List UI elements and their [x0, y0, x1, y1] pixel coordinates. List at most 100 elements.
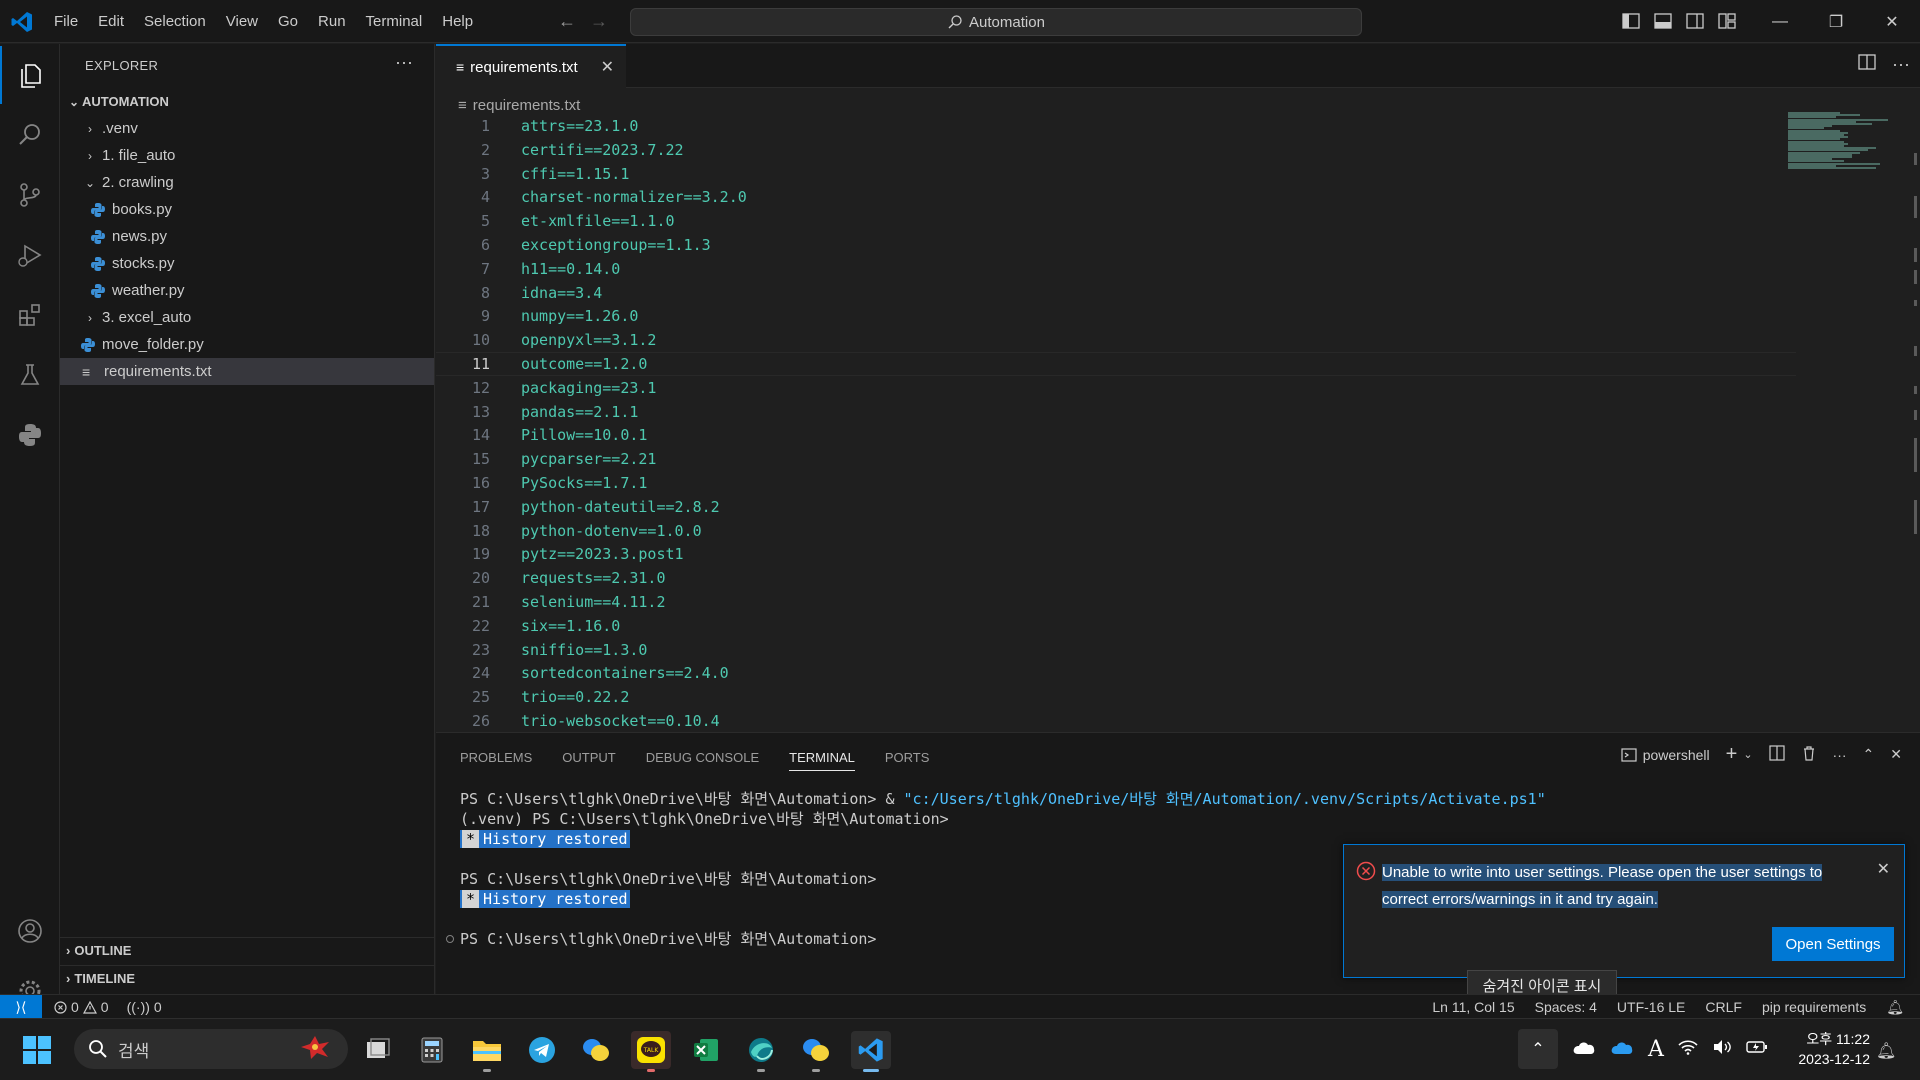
language-mode[interactable]: pip requirements	[1762, 999, 1866, 1015]
show-hidden-icons-chevron-icon[interactable]: ⌃	[1518, 1029, 1558, 1069]
toggle-panel-icon[interactable]	[1652, 10, 1674, 32]
tree-folder-venv[interactable]: › .venv	[60, 115, 434, 142]
code-line[interactable]: 9 numpy==1.26.0	[436, 304, 1796, 328]
tab-output[interactable]: OUTPUT	[562, 745, 615, 771]
wifi-icon[interactable]	[1678, 1039, 1698, 1060]
code-line[interactable]: 25 trio==0.22.2	[436, 685, 1796, 709]
chat-icon[interactable]	[576, 1031, 616, 1069]
code-line[interactable]: 8 idna==3.4	[436, 281, 1796, 305]
cursor-position[interactable]: Ln 11, Col 15	[1432, 999, 1514, 1015]
menu-file[interactable]: File	[44, 0, 88, 43]
file-explorer-icon[interactable]	[467, 1031, 507, 1072]
split-editor-icon[interactable]	[1858, 54, 1876, 75]
menu-view[interactable]: View	[216, 0, 268, 43]
windows-start-icon[interactable]	[22, 1035, 52, 1065]
tree-folder-excel-auto[interactable]: › 3. excel_auto	[60, 304, 434, 331]
end-of-line[interactable]: CRLF	[1705, 999, 1742, 1015]
close-tab-icon[interactable]: ✕	[601, 57, 614, 77]
more-actions-icon[interactable]: ···	[1892, 54, 1910, 75]
outline-section[interactable]: › OUTLINE	[60, 937, 434, 963]
problems-indicator[interactable]: 0 0	[54, 999, 109, 1015]
close-notification-icon[interactable]: ✕	[1877, 859, 1890, 879]
split-terminal-icon[interactable]	[1768, 745, 1785, 764]
code-line[interactable]: 10 openpyxl==3.1.2	[436, 328, 1796, 352]
tab-terminal[interactable]: TERMINAL	[789, 745, 855, 771]
terminal-selector[interactable]: powershell	[1621, 747, 1710, 763]
menu-selection[interactable]: Selection	[134, 0, 216, 43]
tree-file-stocks[interactable]: stocks.py	[60, 250, 434, 277]
code-line[interactable]: 11 outcome==1.2.0	[436, 352, 1796, 376]
code-line[interactable]: 18 python-dotenv==1.0.0	[436, 519, 1796, 543]
code-line[interactable]: 13 pandas==2.1.1	[436, 400, 1796, 424]
editor-scrollbar[interactable]	[1906, 88, 1920, 728]
more-actions-icon[interactable]: ···	[395, 52, 413, 73]
tree-file-books[interactable]: books.py	[60, 196, 434, 223]
minimize-button[interactable]: —	[1752, 0, 1808, 43]
tree-folder-crawling[interactable]: ⌄ 2. crawling	[60, 169, 434, 196]
battery-icon[interactable]	[1746, 1040, 1768, 1059]
code-line[interactable]: 17 python-dateutil==2.8.2	[436, 495, 1796, 519]
chevron-down-icon[interactable]: ⌄	[1743, 748, 1752, 761]
kakaotalk-icon[interactable]: TALK	[631, 1031, 671, 1072]
code-line[interactable]: 3 cffi==1.15.1	[436, 162, 1796, 186]
menu-go[interactable]: Go	[268, 0, 308, 43]
chat-alt-icon[interactable]	[796, 1031, 836, 1072]
excel-icon[interactable]	[686, 1031, 726, 1069]
code-line[interactable]: 5 et-xmlfile==1.1.0	[436, 209, 1796, 233]
volume-icon[interactable]	[1712, 1039, 1732, 1060]
testing-icon[interactable]	[0, 346, 60, 404]
explorer-icon[interactable]	[0, 46, 60, 104]
cloud-icon[interactable]	[1572, 1039, 1596, 1060]
indentation[interactable]: Spaces: 4	[1535, 999, 1597, 1015]
workspace-root[interactable]: ⌄ AUTOMATION	[60, 88, 434, 115]
code-line[interactable]: 1 attrs==23.1.0	[436, 114, 1796, 138]
tree-folder-file-auto[interactable]: › 1. file_auto	[60, 142, 434, 169]
code-line[interactable]: 6 exceptiongroup==1.1.3	[436, 233, 1796, 257]
code-line[interactable]: 20 requests==2.31.0	[436, 566, 1796, 590]
new-terminal-icon[interactable]: +	[1726, 743, 1738, 766]
browser-icon[interactable]	[741, 1031, 781, 1072]
vscode-icon[interactable]	[851, 1031, 891, 1072]
python-icon[interactable]	[0, 406, 60, 464]
code-line[interactable]: 14 Pillow==10.0.1	[436, 423, 1796, 447]
forward-arrow-icon[interactable]: →	[590, 10, 608, 32]
tab-debug-console[interactable]: DEBUG CONSOLE	[646, 745, 759, 771]
extensions-icon[interactable]	[0, 286, 60, 344]
open-settings-button[interactable]: Open Settings	[1772, 927, 1894, 961]
telegram-icon[interactable]	[522, 1031, 562, 1069]
onedrive-icon[interactable]	[1610, 1039, 1634, 1060]
code-line[interactable]: 24 sortedcontainers==2.4.0	[436, 661, 1796, 685]
task-view-icon[interactable]	[358, 1031, 398, 1069]
ports-indicator[interactable]: ((·)) 0	[127, 999, 162, 1015]
search-icon[interactable]	[0, 106, 60, 164]
more-actions-icon[interactable]: ···	[1833, 747, 1847, 763]
menu-terminal[interactable]: Terminal	[356, 0, 433, 43]
code-line[interactable]: 22 six==1.16.0	[436, 614, 1796, 638]
menu-edit[interactable]: Edit	[88, 0, 134, 43]
code-line[interactable]: 4 charset-normalizer==3.2.0	[436, 185, 1796, 209]
tree-file-news[interactable]: news.py	[60, 223, 434, 250]
file-encoding[interactable]: UTF-16 LE	[1617, 999, 1685, 1015]
tree-file-requirements[interactable]: ≡ requirements.txt	[60, 358, 434, 385]
menu-run[interactable]: Run	[308, 0, 356, 43]
run-debug-icon[interactable]	[0, 226, 60, 284]
code-line[interactable]: 15 pycparser==2.21	[436, 447, 1796, 471]
code-line[interactable]: 16 PySocks==1.7.1	[436, 471, 1796, 495]
tab-problems[interactable]: PROBLEMS	[460, 745, 532, 771]
maximize-panel-icon[interactable]: ⌃	[1863, 746, 1875, 763]
minimap[interactable]	[1788, 112, 1918, 172]
code-line[interactable]: 19 pytz==2023.3.post1	[436, 542, 1796, 566]
tab-requirements-txt[interactable]: ≡ requirements.txt ✕	[436, 44, 626, 88]
remote-indicator-icon[interactable]: ⟩⟨	[0, 995, 42, 1019]
taskbar-search[interactable]: 검색	[74, 1029, 348, 1069]
taskbar-clock[interactable]: 오후 11:22 2023-12-12	[1780, 1029, 1870, 1069]
breadcrumb-file[interactable]: requirements.txt	[473, 97, 581, 114]
customize-layout-icon[interactable]	[1716, 10, 1738, 32]
ime-indicator[interactable]: A	[1648, 1037, 1664, 1062]
toggle-primary-sidebar-icon[interactable]	[1620, 10, 1642, 32]
tree-file-weather[interactable]: weather.py	[60, 277, 434, 304]
code-line[interactable]: 12 packaging==23.1	[436, 376, 1796, 400]
timeline-section[interactable]: › TIMELINE	[60, 965, 434, 991]
back-arrow-icon[interactable]: ←	[558, 10, 576, 32]
code-line[interactable]: 7 h11==0.14.0	[436, 257, 1796, 281]
